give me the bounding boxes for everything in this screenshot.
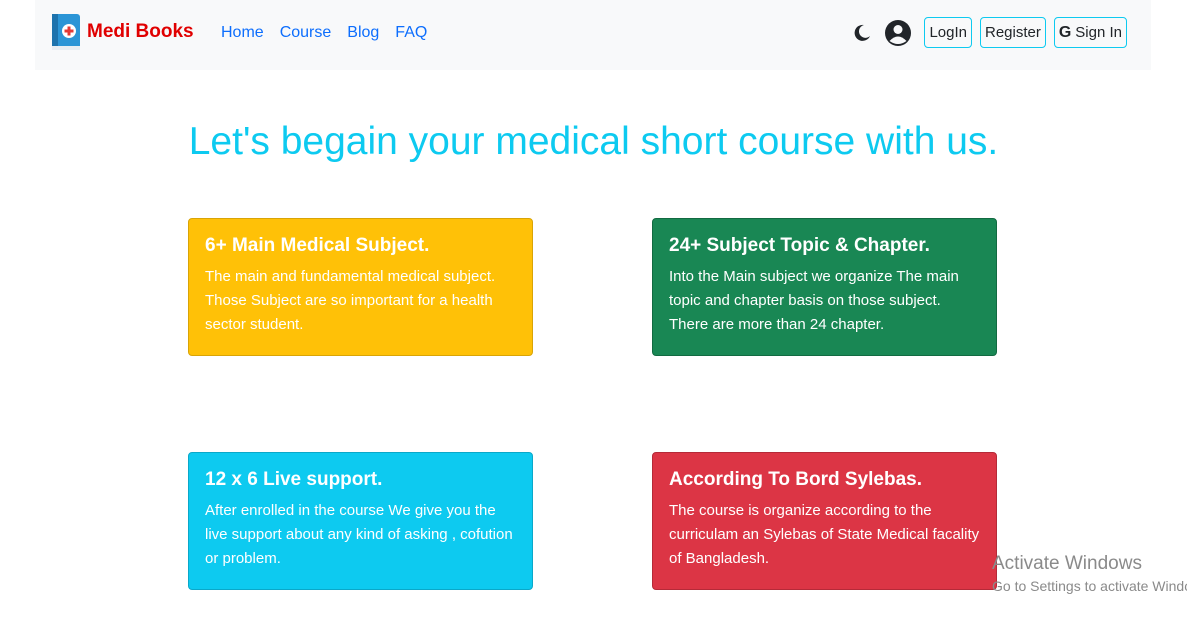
nav-link-blog[interactable]: Blog — [347, 24, 379, 42]
card-text: The main and fundamental medical subject… — [205, 268, 496, 333]
card-text: After enrolled in the course We give you… — [205, 502, 513, 567]
card-title: According To Bord Sylebas. — [669, 469, 923, 490]
brand-name: Medi Books — [87, 21, 194, 42]
watermark-subtitle: Go to Settings to activate Windows. — [992, 578, 1187, 594]
nav-link-faq[interactable]: FAQ — [395, 24, 427, 42]
windows-activation-watermark: Activate Windows Go to Settings to activ… — [992, 553, 1187, 594]
google-signin-button[interactable]: G Sign In — [1053, 17, 1127, 48]
brand[interactable]: Medi Books — [51, 12, 194, 52]
navbar: Medi Books Home Course Blog FAQ LogIn Re… — [35, 0, 1151, 70]
watermark-title: Activate Windows — [992, 553, 1142, 574]
nav-link-course[interactable]: Course — [280, 24, 332, 42]
register-button[interactable]: Register — [979, 17, 1046, 48]
moon-icon[interactable] — [852, 23, 872, 43]
card-text: Into the Main subject we organize The ma… — [669, 268, 959, 333]
card-title: 12 x 6 Live support. — [205, 469, 383, 490]
feature-card-subjects: 6+ Main Medical Subject. The main and fu… — [188, 218, 533, 356]
login-button[interactable]: LogIn — [924, 17, 972, 48]
card-text: The course is organize according to the … — [669, 502, 980, 567]
user-circle-icon[interactable] — [884, 19, 912, 47]
feature-card-support: 12 x 6 Live support. After enrolled in t… — [188, 452, 533, 590]
card-title: 6+ Main Medical Subject. — [205, 235, 430, 256]
google-icon: G — [1058, 23, 1072, 41]
medical-book-icon — [51, 12, 81, 52]
nav-links: Home Course Blog FAQ — [221, 24, 443, 42]
feature-card-topics: 24+ Subject Topic & Chapter. Into the Ma… — [652, 218, 997, 356]
signin-label: Sign In — [1075, 24, 1122, 41]
nav-actions: LogIn Register G Sign In — [852, 17, 1127, 48]
card-title: 24+ Subject Topic & Chapter. — [669, 235, 930, 256]
nav-link-home[interactable]: Home — [221, 24, 264, 42]
feature-card-syllabus: According To Bord Sylebas. The course is… — [652, 452, 997, 590]
page-headline: Let's begain your medical short course w… — [188, 120, 999, 163]
